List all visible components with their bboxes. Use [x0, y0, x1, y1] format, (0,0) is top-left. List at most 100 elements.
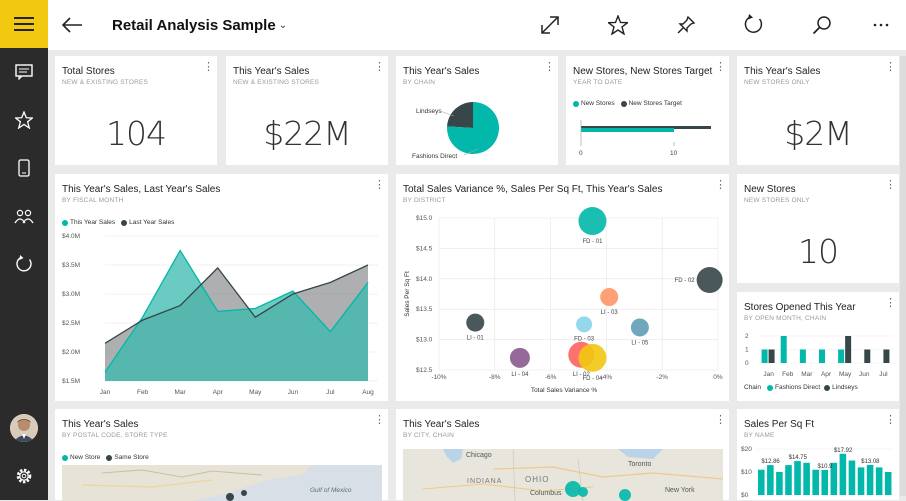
tile-new-stores[interactable]: New Stores NEW STORES ONLY ⋮ 10 [737, 174, 899, 283]
bar-lindseys [845, 336, 852, 363]
x-tick-label: Feb [137, 389, 149, 396]
chat-icon[interactable] [0, 48, 48, 96]
data-label: FD - 02 [675, 278, 696, 284]
pie-slices [447, 102, 499, 154]
x-tick-label: Mar [801, 371, 813, 378]
bar [857, 467, 865, 495]
y-tick-label: $2.0M [62, 349, 80, 356]
kpi-value: 104 [106, 114, 167, 153]
y-tick-label: $1.5M [62, 378, 80, 385]
more-options-icon[interactable]: ⋮ [203, 62, 214, 73]
x-tick-label: Jun [859, 371, 870, 378]
tile-title: This Year's Sales [233, 66, 310, 77]
more-options-icon[interactable]: ⋮ [885, 62, 896, 73]
bar-lindseys [864, 349, 871, 363]
x-tick-label: -6% [545, 374, 557, 381]
back-arrow-icon[interactable] [48, 1, 96, 49]
tile-sales-city[interactable]: This Year's Sales BY CITY, CHAIN ⋮ Chica… [396, 409, 729, 501]
scatter-chart: Total Sales Variance % Sales Per Sq Ft $… [404, 207, 723, 394]
tile-sales-postal[interactable]: This Year's Sales BY POSTAL CODE, STORE … [55, 409, 388, 501]
x-tick-label: Mar [175, 389, 187, 396]
expand-icon[interactable] [516, 0, 584, 50]
bar [821, 469, 829, 495]
y-tick-label: $13.5 [416, 306, 433, 313]
tile-total-stores[interactable]: Total Stores NEW & EXISTING STORES ⋮ 104 [55, 56, 217, 165]
favorite-star-icon[interactable] [584, 0, 652, 50]
bar [776, 472, 783, 495]
scatter-point [578, 207, 607, 236]
y-tick-label: 2 [745, 333, 749, 340]
tick-label: 10 [670, 150, 678, 157]
data-label: LI - 04 [511, 372, 529, 378]
area-chart: $4.0M $3.5M $3.0M $2.5M $2.0M $1.5M Jan Feb Mar A… [62, 233, 378, 396]
x-tick-label: -10% [431, 374, 446, 381]
bar [839, 453, 847, 495]
tile-sales-variance[interactable]: Total Sales Variance %, Sales Per Sq Ft,… [396, 174, 729, 401]
kpi-value: $22M [263, 114, 351, 153]
refresh-icon[interactable] [720, 0, 788, 50]
bar [848, 460, 856, 495]
bar-lindseys [768, 349, 775, 363]
x-tick-label: Jan [763, 371, 774, 378]
more-options-icon[interactable]: ⋮ [374, 415, 385, 426]
kpi-value: $2M [784, 114, 852, 153]
tile-sales-vs-last-year[interactable]: This Year's Sales, Last Year's Sales BY … [55, 174, 388, 401]
x-axis-label: Total Sales Variance % [531, 387, 598, 394]
menu-icon[interactable] [0, 0, 48, 48]
gear-icon[interactable] [0, 452, 48, 500]
tile-sales-by-chain[interactable]: This Year's Sales BY CHAIN ⋮ Lindseys Fa… [396, 56, 558, 165]
search-icon[interactable] [788, 0, 856, 50]
star-icon[interactable] [0, 96, 48, 144]
tile-title: This Year's Sales [62, 419, 139, 430]
tile-sales-sqft[interactable]: Sales Per Sq Ft BY NAME ⋮ $20 $10 $0 $12.86… [737, 409, 899, 500]
legend-fashions-direct: Fashions Direct [774, 384, 821, 391]
scatter-point [576, 316, 593, 333]
y-tick-label: $14.5 [416, 245, 433, 252]
bar-fashions-direct [780, 336, 787, 363]
people-icon[interactable] [0, 192, 48, 240]
more-options-icon[interactable]: ⋮ [715, 415, 726, 426]
y-tick-label: $13.0 [416, 337, 433, 344]
bar [785, 465, 792, 495]
bar [794, 461, 801, 495]
data-label: $14.75 [789, 455, 808, 461]
map[interactable]: Chicago INDIANA OHIO Columbus Toronto Ne… [403, 449, 723, 501]
map[interactable]: Gulf of Mexico [62, 465, 382, 501]
data-label: FD - 01 [582, 239, 603, 245]
bar [758, 469, 765, 495]
column-chart: $20 $10 $0 $12.86 $14.75 $10.9 $17.92 $13.08 [741, 446, 893, 499]
more-options-icon[interactable] [856, 0, 906, 50]
x-tick-label: May [249, 389, 262, 396]
left-nav-rail [0, 0, 48, 500]
tile-sales-new-only[interactable]: This Year's Sales NEW STORES ONLY ⋮ $2M [737, 56, 899, 165]
tile-sales-new-existing[interactable]: This Year's Sales NEW & EXISTING STORES … [226, 56, 388, 165]
more-options-icon[interactable]: ⋮ [885, 180, 896, 191]
data-label: $17.92 [834, 448, 853, 454]
pin-icon[interactable] [652, 0, 720, 50]
chevron-down-icon[interactable]: ⌄ [279, 20, 287, 31]
more-options-icon[interactable]: ⋮ [374, 62, 385, 73]
bar [803, 462, 810, 495]
tile-title: New Stores [744, 184, 796, 195]
y-tick-label: $3.0M [62, 291, 80, 298]
tile-new-stores-target[interactable]: New Stores, New Stores Target YEAR TO DA… [566, 56, 729, 165]
x-tick-label: Apr [821, 371, 832, 378]
scatter-point [578, 343, 607, 372]
phone-icon[interactable] [0, 144, 48, 192]
bar-lindseys [883, 349, 890, 363]
tile-subtitle: NEW & EXISTING STORES [62, 79, 149, 86]
report-title[interactable]: Retail Analysis Sample [112, 17, 276, 34]
refresh-icon[interactable] [0, 240, 48, 288]
x-tick-label: Apr [213, 389, 224, 396]
avatar[interactable] [10, 414, 38, 442]
map-label: INDIANA [467, 478, 502, 485]
x-tick-label: Jul [326, 389, 335, 396]
pie-chart: Lindseys Fashions Direct [412, 102, 499, 160]
x-tick-label: Aug [362, 389, 374, 396]
tile-stores-opened[interactable]: Stores Opened This Year BY OPEN MONTH, C… [737, 292, 899, 401]
legend-title: Chain [744, 384, 761, 391]
bar [884, 472, 892, 495]
scatter-point [600, 288, 619, 307]
y-tick-label: $20 [741, 446, 752, 453]
scrollbar[interactable] [900, 56, 906, 496]
